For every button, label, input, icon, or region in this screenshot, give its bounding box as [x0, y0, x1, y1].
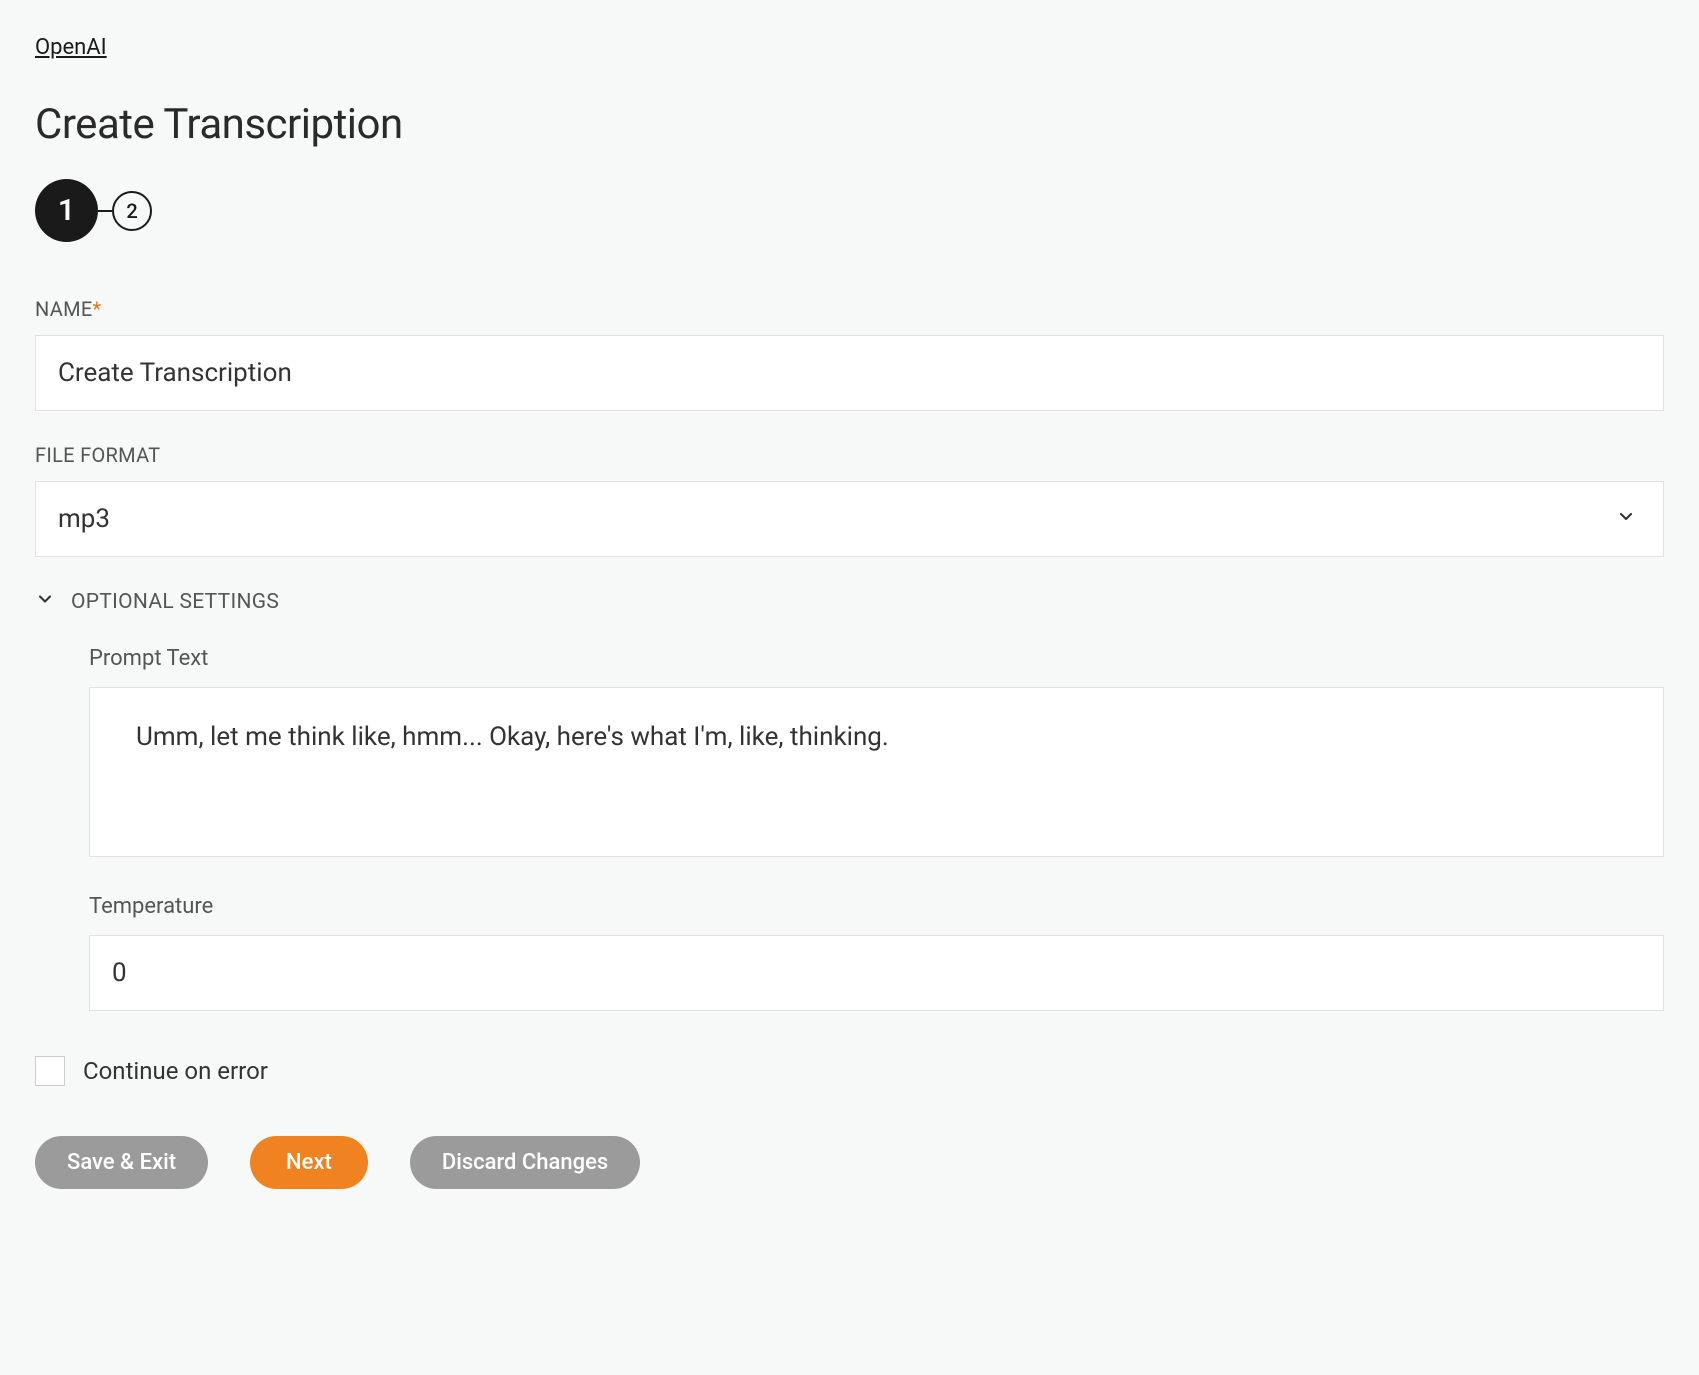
discard-changes-button[interactable]: Discard Changes	[410, 1136, 640, 1189]
optional-settings-label: OPTIONAL SETTINGS	[71, 590, 279, 614]
file-format-select-wrapper: mp3	[35, 481, 1664, 557]
file-format-field-group: FILE FORMAT mp3	[35, 443, 1664, 557]
optional-settings-toggle[interactable]: OPTIONAL SETTINGS	[35, 589, 1664, 614]
step-2[interactable]: 2	[112, 191, 152, 231]
name-label-text: NAME	[35, 297, 93, 321]
breadcrumb-link[interactable]: OpenAI	[35, 35, 107, 60]
step-connector	[98, 210, 112, 212]
save-exit-button[interactable]: Save & Exit	[35, 1136, 208, 1189]
temperature-field-group: Temperature	[89, 894, 1664, 1011]
continue-on-error-checkbox[interactable]	[35, 1056, 65, 1086]
continue-on-error-label: Continue on error	[83, 1057, 268, 1085]
temperature-input[interactable]	[89, 935, 1664, 1011]
file-format-select[interactable]: mp3	[35, 481, 1664, 557]
continue-on-error-row: Continue on error	[35, 1056, 1664, 1086]
name-field-group: NAME*	[35, 297, 1664, 411]
name-input[interactable]	[35, 335, 1664, 411]
stepper: 1 2	[35, 179, 1664, 242]
file-format-label: FILE FORMAT	[35, 443, 1664, 467]
prompt-text-input[interactable]: Umm, let me think like, hmm... Okay, her…	[89, 687, 1664, 857]
step-1[interactable]: 1	[35, 179, 98, 242]
name-label: NAME*	[35, 297, 1664, 321]
prompt-text-field-group: Prompt Text Umm, let me think like, hmm.…	[89, 646, 1664, 862]
action-buttons: Save & Exit Next Discard Changes	[35, 1136, 1664, 1189]
page-title: Create Transcription	[35, 100, 1664, 149]
required-star: *	[93, 297, 102, 321]
prompt-text-label: Prompt Text	[89, 646, 1664, 671]
next-button[interactable]: Next	[250, 1136, 368, 1189]
temperature-label: Temperature	[89, 894, 1664, 919]
chevron-down-icon	[35, 589, 55, 614]
optional-settings-content: Prompt Text Umm, let me think like, hmm.…	[35, 646, 1664, 1011]
